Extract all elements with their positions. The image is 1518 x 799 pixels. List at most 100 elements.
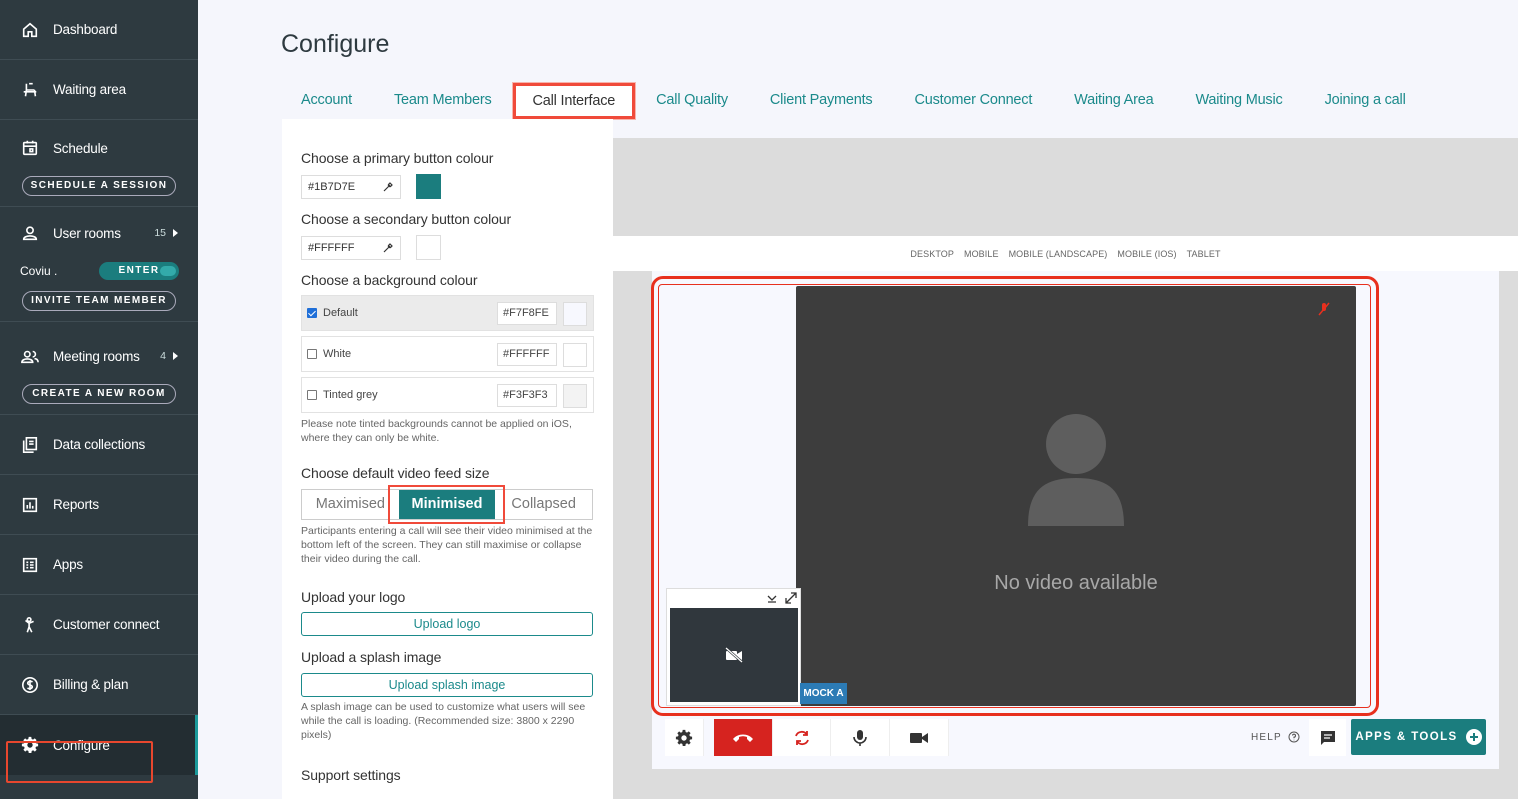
enter-label: ENTER [118, 265, 160, 276]
sidebar-item-schedule[interactable]: Schedule [0, 120, 198, 176]
sidebar-group-schedule: Schedule SCHEDULE A SESSION [0, 120, 198, 207]
support-settings-label: Support settings [301, 767, 401, 783]
microphone-icon [853, 729, 867, 746]
sidebar-item-meeting-rooms[interactable]: Meeting rooms 4 [0, 322, 198, 384]
bg-swatch [563, 302, 587, 326]
config-tabs: Account Team Members Call Interface Call… [280, 83, 1427, 119]
tab-client-payments[interactable]: Client Payments [749, 83, 894, 119]
apps-tools-button[interactable]: APPS & TOOLS [1351, 719, 1486, 755]
switch-camera-button[interactable] [773, 719, 831, 756]
documents-icon [20, 435, 40, 455]
chevron-right-icon[interactable] [173, 352, 178, 360]
sidebar-item-reports[interactable]: Reports [0, 475, 198, 535]
upload-logo-label: Upload your logo [301, 589, 406, 605]
camera-button[interactable] [890, 719, 949, 756]
chat-button[interactable] [1309, 719, 1346, 756]
minimise-icon[interactable] [766, 592, 778, 604]
sidebar-item-data-collections[interactable]: Data collections [0, 415, 198, 475]
hang-up-button[interactable] [714, 719, 773, 756]
tab-joining-a-call[interactable]: Joining a call [1304, 83, 1427, 119]
checkbox[interactable] [307, 349, 317, 359]
tab-waiting-area[interactable]: Waiting Area [1053, 83, 1174, 119]
bg-option-label: White [323, 348, 352, 360]
sidebar-item-customer-connect[interactable]: Customer connect [0, 595, 198, 655]
upload-splash-button[interactable]: Upload splash image [301, 673, 593, 697]
device-mobile-ios[interactable]: MOBILE (IOS) [1117, 249, 1176, 259]
home-icon [20, 20, 40, 40]
sidebar-item-user-rooms[interactable]: User rooms 15 [0, 207, 198, 259]
background-colour-label: Choose a background colour [301, 272, 478, 288]
bg-option-tinted-grey[interactable]: Tinted grey #F3F3F3 [301, 377, 594, 413]
microphone-button[interactable] [831, 719, 890, 756]
bg-hex-input[interactable]: #F3F3F3 [497, 384, 557, 407]
video-feed-label: Choose default video feed size [301, 465, 490, 481]
sidebar-item-dashboard[interactable]: Dashboard [0, 0, 198, 60]
video-feed-note: Participants entering a call will see th… [301, 525, 593, 565]
upload-logo-button[interactable]: Upload logo [301, 612, 593, 636]
bg-option-white[interactable]: White #FFFFFF [301, 336, 594, 372]
page-title: Configure [281, 30, 390, 58]
tab-call-quality[interactable]: Call Quality [635, 83, 749, 119]
call-preview: DESKTOP MOBILE MOBILE (LANDSCAPE) MOBILE… [613, 138, 1518, 799]
tab-customer-connect[interactable]: Customer Connect [893, 83, 1053, 119]
secondary-colour-swatch[interactable] [416, 235, 441, 260]
feed-maximised[interactable]: Maximised [302, 490, 399, 519]
eyedropper-icon[interactable] [382, 242, 394, 254]
tab-call-interface[interactable]: Call Interface [512, 83, 636, 119]
primary-colour-label: Choose a primary button colour [301, 150, 494, 166]
settings-button[interactable] [665, 719, 704, 756]
tab-waiting-music[interactable]: Waiting Music [1174, 83, 1303, 119]
schedule-session-button[interactable]: SCHEDULE A SESSION [22, 176, 176, 196]
device-tablet[interactable]: TABLET [1187, 249, 1221, 259]
feed-collapsed[interactable]: Collapsed [495, 490, 592, 519]
enter-room-button[interactable]: ENTER [99, 262, 179, 280]
sidebar-item-billing[interactable]: Billing & plan [0, 655, 198, 715]
device-mobile-landscape[interactable]: MOBILE (LANDSCAPE) [1009, 249, 1108, 259]
sidebar-item-apps[interactable]: Apps [0, 535, 198, 595]
self-view [666, 588, 801, 706]
sidebar-item-waiting-area[interactable]: Waiting area [0, 60, 198, 120]
device-mobile[interactable]: MOBILE [964, 249, 999, 259]
meeting-rooms-count: 4 [160, 350, 166, 362]
room-row-coviu: Coviu . ENTER [0, 259, 198, 283]
tab-account[interactable]: Account [280, 83, 373, 119]
bg-note: Please note tinted backgrounds cannot be… [301, 418, 572, 444]
eyedropper-icon[interactable] [382, 181, 394, 193]
sidebar-label: Meeting rooms [53, 348, 140, 364]
primary-colour-input[interactable]: #1B7D7E [301, 174, 401, 199]
checkbox[interactable] [307, 308, 317, 318]
camera-off-icon [725, 647, 743, 663]
refresh-icon [794, 730, 809, 745]
dollar-icon [20, 675, 40, 695]
sidebar-item-configure[interactable]: Configure [0, 715, 198, 775]
bg-hex-input[interactable]: #F7F8FE [497, 302, 557, 325]
chevron-right-icon[interactable] [173, 229, 178, 237]
feed-minimised[interactable]: Minimised [398, 490, 496, 519]
create-room-button[interactable]: CREATE A NEW ROOM [22, 384, 176, 404]
sidebar-group-user-rooms: User rooms 15 Coviu . ENTER INVITE TEAM … [0, 207, 198, 322]
gear-icon [20, 735, 40, 755]
waiting-chair-icon [20, 80, 40, 100]
invite-team-member-button[interactable]: INVITE TEAM MEMBER [22, 291, 176, 311]
sidebar-label: Schedule [53, 140, 108, 156]
primary-colour-value: #1B7D7E [308, 180, 356, 193]
help-link[interactable]: HELP [1251, 731, 1300, 743]
bg-hex-input[interactable]: #FFFFFF [497, 343, 557, 366]
bg-option-label: Default [323, 307, 358, 319]
device-desktop[interactable]: DESKTOP [910, 249, 954, 259]
checkbox[interactable] [307, 390, 317, 400]
toggle-icon[interactable] [160, 266, 176, 276]
chat-icon [1320, 730, 1335, 745]
video-feed-toggle: Maximised Minimised Collapsed [301, 485, 593, 524]
bg-option-default[interactable]: Default #F7F8FE [301, 295, 594, 331]
participant-label: MOCK A [800, 683, 847, 704]
expand-icon[interactable] [784, 591, 798, 605]
secondary-colour-input[interactable]: #FFFFFF [301, 235, 401, 260]
video-camera-icon [910, 732, 928, 743]
primary-colour-swatch[interactable] [416, 174, 441, 199]
phone-hangup-icon [733, 734, 753, 742]
sidebar-label: Configure [53, 737, 110, 753]
sidebar-group-meeting-rooms: Meeting rooms 4 CREATE A NEW ROOM [0, 322, 198, 415]
sidebar-label: Data collections [53, 437, 146, 452]
tab-team-members[interactable]: Team Members [373, 83, 513, 119]
